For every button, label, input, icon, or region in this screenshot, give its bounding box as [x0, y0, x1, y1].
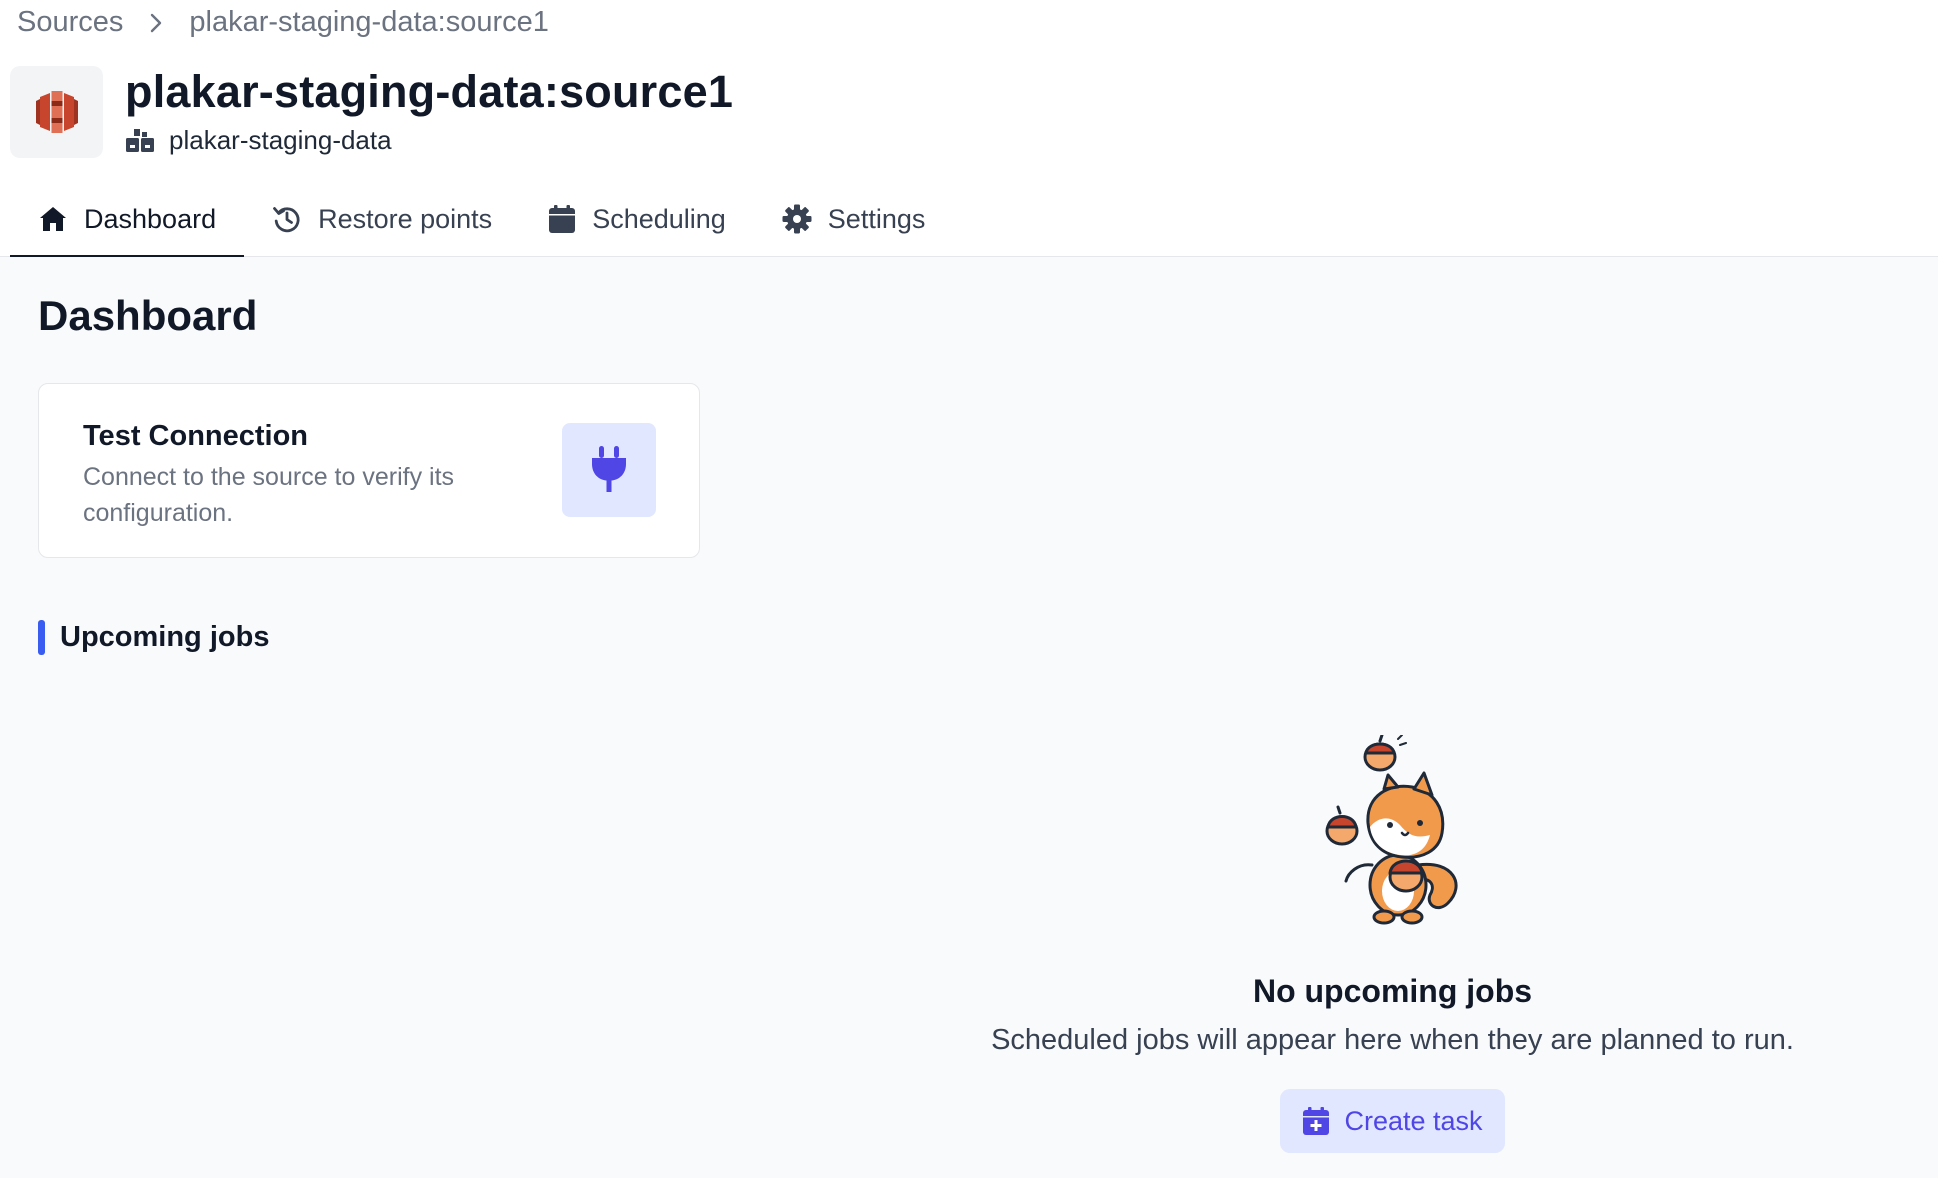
empty-state-description: Scheduled jobs will appear here when the…	[991, 1024, 1794, 1056]
tab-dashboard[interactable]: Dashboard	[10, 181, 245, 258]
gear-icon	[782, 204, 812, 234]
source-header: Sources plakar-staging-data:source1 plak…	[0, 0, 1938, 258]
tab-label: Scheduling	[592, 203, 726, 234]
source-store: plakar-staging-data	[125, 125, 392, 156]
upcoming-jobs-header: Upcoming jobs	[38, 620, 269, 655]
page: Sources plakar-staging-data:source1 plak…	[0, 0, 1938, 1178]
squirrel-illustration	[1325, 735, 1458, 925]
store-name: plakar-staging-data	[169, 125, 392, 155]
chevron-right-icon	[149, 12, 163, 34]
calendar-plus-icon	[1302, 1106, 1330, 1136]
section-accent-bar	[38, 620, 45, 655]
tab-settings[interactable]: Settings	[754, 181, 954, 257]
test-connection-description: Connect to the source to verify its conf…	[83, 463, 455, 527]
empty-state-title: No upcoming jobs	[1252, 973, 1533, 1009]
create-task-button[interactable]: Create task	[1280, 1089, 1505, 1153]
upcoming-jobs-empty-state: No upcoming jobs Scheduled jobs will app…	[930, 735, 1855, 1153]
tab-scheduling[interactable]: Scheduling	[520, 181, 754, 257]
create-task-label: Create task	[1344, 1105, 1483, 1136]
page-title: Dashboard	[38, 292, 258, 339]
tab-label: Settings	[827, 203, 926, 234]
calendar-icon	[548, 204, 576, 234]
tab-bar: Dashboard Restore points Scheduling Sett…	[10, 181, 954, 258]
plug-icon	[592, 446, 626, 492]
history-icon	[272, 204, 302, 234]
store-icon	[125, 128, 155, 154]
acorn-icon	[1363, 735, 1407, 772]
breadcrumb-sources-link[interactable]: Sources	[17, 6, 123, 39]
test-connection-title: Test Connection	[83, 420, 309, 452]
breadcrumb: Sources plakar-staging-data:source1	[17, 6, 549, 39]
breadcrumb-current: plakar-staging-data:source1	[189, 6, 549, 38]
source-title: plakar-staging-data:source1	[125, 66, 734, 117]
tab-label: Dashboard	[84, 203, 217, 234]
upcoming-jobs-title: Upcoming jobs	[60, 621, 270, 653]
tab-label: Restore points	[318, 203, 493, 234]
home-icon	[38, 205, 68, 233]
tab-restore-points[interactable]: Restore points	[244, 181, 520, 257]
test-connection-card[interactable]: Test Connection Connect to the source to…	[38, 383, 700, 558]
test-connection-button[interactable]	[562, 423, 656, 517]
source-logo	[10, 66, 103, 158]
aws-s3-icon	[35, 91, 78, 133]
